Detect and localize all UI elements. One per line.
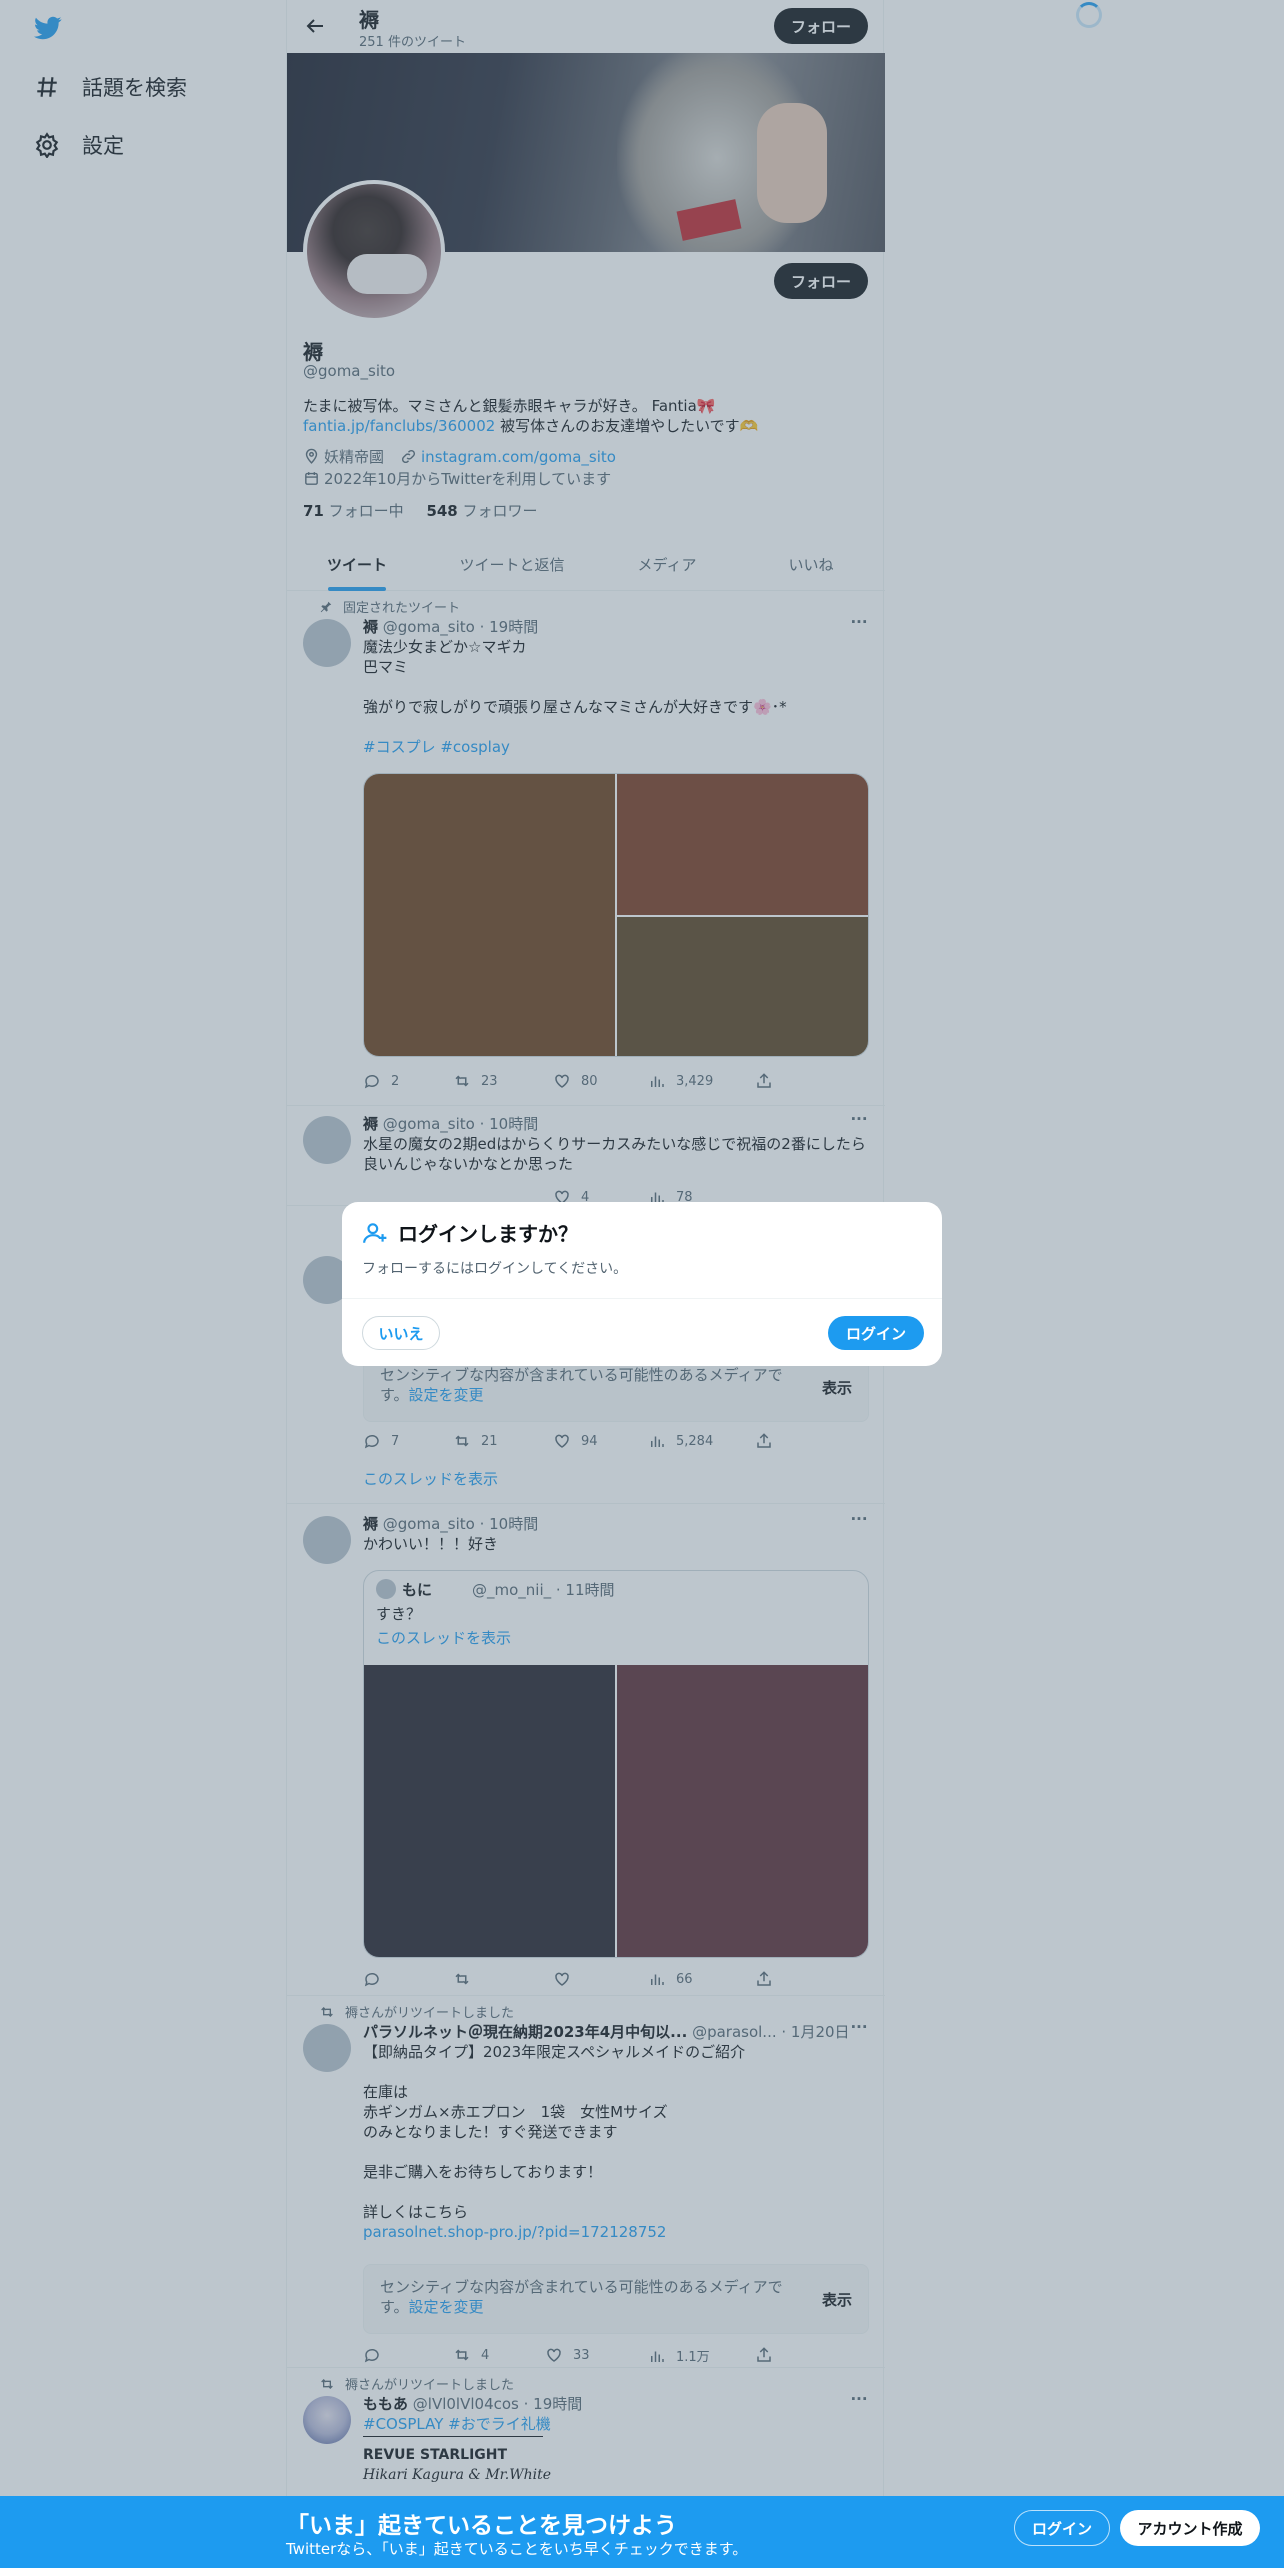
login-prompt-dialog: ログインしますか？ フォローするにはログインしてください。 いいえ ログイン xyxy=(342,1202,942,1366)
bottom-bar-subtitle: Twitterなら、「いま」起きていることをいち早くチェックできます。 xyxy=(286,2540,748,2558)
bottom-login-button[interactable]: ログイン xyxy=(1014,2510,1110,2546)
create-account-button[interactable]: アカウント作成 xyxy=(1120,2510,1260,2546)
signup-bottom-bar: 「いま」起きていることを見つけよう Twitterなら、「いま」起きていることを… xyxy=(0,2496,1284,2568)
dialog-divider xyxy=(342,1298,942,1299)
add-user-icon xyxy=(363,1223,387,1243)
dialog-login-button[interactable]: ログイン xyxy=(828,1316,924,1350)
dialog-subtitle: フォローするにはログインしてください。 xyxy=(362,1261,628,1277)
dialog-no-button[interactable]: いいえ xyxy=(362,1316,440,1350)
dialog-title: ログインしますか？ xyxy=(398,1222,578,1246)
bottom-bar-title: 「いま」起きていることを見つけよう xyxy=(286,2513,677,2539)
